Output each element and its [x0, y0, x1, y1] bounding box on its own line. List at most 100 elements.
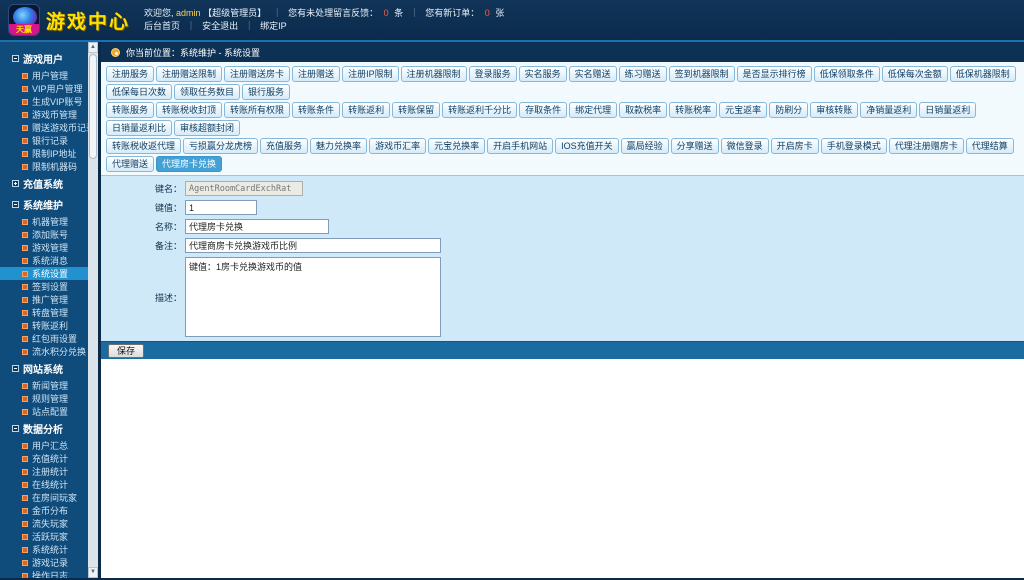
tab-1-9[interactable]: 取款税率	[619, 102, 668, 118]
tab-0-13[interactable]: 低保每次金额	[881, 66, 948, 82]
sidebar-item-0-4[interactable]: 赠送游戏币记录	[0, 121, 88, 134]
sidebar-section-1[interactable]: 充值系统	[0, 173, 88, 194]
tab-2-10[interactable]: 微信登录	[720, 138, 769, 154]
link-bind-ip[interactable]: 绑定IP	[260, 21, 287, 31]
desc-textarea[interactable]: 键值：1房卡兑换游戏币的值	[185, 257, 441, 337]
sidebar-item-4-9[interactable]: 游戏记录	[0, 556, 88, 569]
sidebar-item-4-8[interactable]: 系统统计	[0, 543, 88, 556]
sidebar-item-2-7[interactable]: 转盘管理	[0, 306, 88, 319]
sidebar-scrollbar[interactable]: ▲ ▼	[88, 42, 98, 578]
sidebar-item-4-10[interactable]: 操作日志	[0, 569, 88, 578]
tab-1-4[interactable]: 转账返利	[342, 102, 391, 118]
tab-2-6[interactable]: 开启手机网站	[487, 138, 554, 154]
name-input[interactable]	[185, 219, 329, 234]
sidebar-item-0-2[interactable]: 生成VIP账号	[0, 95, 88, 108]
tab-0-10[interactable]: 签到机器限制	[668, 66, 735, 82]
tab-0-9[interactable]: 练习赠送	[618, 66, 667, 82]
link-safe-logout[interactable]: 安全退出	[202, 21, 238, 31]
sidebar-item-0-5[interactable]: 银行记录	[0, 134, 88, 147]
sidebar-section-3[interactable]: 网站系统	[0, 358, 88, 379]
sidebar-item-0-3[interactable]: 游戏币管理	[0, 108, 88, 121]
tab-0-4[interactable]: 注册IP限制	[342, 66, 399, 82]
tab-1-2[interactable]: 转账所有权限	[224, 102, 291, 118]
sidebar-item-4-6[interactable]: 流失玩家	[0, 517, 88, 530]
tab-1-7[interactable]: 存取条件	[519, 102, 568, 118]
sidebar-item-4-2[interactable]: 注册统计	[0, 465, 88, 478]
sidebar-section-4[interactable]: 数据分析	[0, 418, 88, 439]
tab-1-1[interactable]: 转账税收封顶	[156, 102, 223, 118]
tab-0-5[interactable]: 注册机器限制	[400, 66, 467, 82]
tab-2-9[interactable]: 分享赠送	[670, 138, 719, 154]
sidebar-item-3-1[interactable]: 规则管理	[0, 392, 88, 405]
tab-1-15[interactable]: 日销量返利	[919, 102, 977, 118]
link-backend-home[interactable]: 后台首页	[144, 21, 180, 31]
scroll-down-icon[interactable]: ▼	[88, 567, 98, 578]
tab-1-3[interactable]: 转账条件	[292, 102, 341, 118]
tab-1-6[interactable]: 转账返利千分比	[442, 102, 518, 118]
scrollbar-thumb[interactable]	[89, 54, 97, 159]
sidebar-item-0-0[interactable]: 用户管理	[0, 69, 88, 82]
tab-0-17[interactable]: 银行服务	[242, 84, 291, 100]
tab-2-3[interactable]: 魅力兑换率	[310, 138, 368, 154]
tab-0-3[interactable]: 注册赠送	[292, 66, 341, 82]
sidebar-section-0[interactable]: 游戏用户	[0, 48, 88, 69]
tab-0-14[interactable]: 低保机器限制	[949, 66, 1016, 82]
sidebar-item-2-8[interactable]: 转账返利	[0, 319, 88, 332]
tab-2-7[interactable]: IOS充值开关	[555, 138, 619, 154]
sidebar-item-2-10[interactable]: 流水积分兑换	[0, 345, 88, 358]
sidebar-item-2-1[interactable]: 添加账号	[0, 228, 88, 241]
sidebar-item-0-6[interactable]: 限制IP地址	[0, 147, 88, 160]
tab-1-5[interactable]: 转账保留	[392, 102, 441, 118]
sidebar-item-4-0[interactable]: 用户汇总	[0, 439, 88, 452]
tab-2-8[interactable]: 赢局经验	[620, 138, 669, 154]
tab-2-1[interactable]: 亏损赢分龙虎榜	[183, 138, 259, 154]
tab-1-12[interactable]: 防刷分	[769, 102, 809, 118]
tab-2-5[interactable]: 元宝兑换率	[428, 138, 486, 154]
sidebar-item-2-4[interactable]: 系统设置	[0, 267, 88, 280]
tab-0-1[interactable]: 注册赠送限制	[156, 66, 223, 82]
save-button[interactable]: 保存	[108, 343, 145, 358]
tab-1-10[interactable]: 转账税率	[669, 102, 718, 118]
tab-0-15[interactable]: 低保每日次数	[106, 84, 173, 100]
sidebar-item-4-1[interactable]: 充值统计	[0, 452, 88, 465]
sidebar-item-4-4[interactable]: 在房间玩家	[0, 491, 88, 504]
keyname-input[interactable]	[185, 181, 303, 196]
sidebar-item-4-3[interactable]: 在线统计	[0, 478, 88, 491]
sidebar-item-2-6[interactable]: 推广管理	[0, 293, 88, 306]
tab-0-0[interactable]: 注册服务	[106, 66, 155, 82]
tab-1-8[interactable]: 绑定代理	[569, 102, 618, 118]
sidebar-item-2-9[interactable]: 红包雨设置	[0, 332, 88, 345]
tab-1-11[interactable]: 元宝返率	[719, 102, 768, 118]
tab-0-6[interactable]: 登录服务	[468, 66, 517, 82]
sidebar-item-4-7[interactable]: 活跃玩家	[0, 530, 88, 543]
tab-2-15[interactable]: 代理赠送	[106, 156, 155, 172]
tab-1-0[interactable]: 转账服务	[106, 102, 155, 118]
tab-2-13[interactable]: 代理注册赠房卡	[888, 138, 964, 154]
tab-2-16[interactable]: 代理房卡兑换	[156, 156, 223, 172]
tab-2-0[interactable]: 转账税收返代理	[106, 138, 182, 154]
sidebar-item-2-5[interactable]: 签到设置	[0, 280, 88, 293]
sidebar-item-3-0[interactable]: 新闻管理	[0, 379, 88, 392]
keyvalue-input[interactable]	[185, 200, 257, 215]
tab-2-2[interactable]: 充值服务	[260, 138, 309, 154]
tab-2-11[interactable]: 开启房卡	[770, 138, 819, 154]
tab-1-13[interactable]: 审核转账	[810, 102, 859, 118]
sidebar-item-2-2[interactable]: 游戏管理	[0, 241, 88, 254]
tab-0-12[interactable]: 低保领取条件	[813, 66, 880, 82]
tab-2-4[interactable]: 游戏币汇率	[369, 138, 427, 154]
tab-0-7[interactable]: 实名服务	[518, 66, 567, 82]
sidebar-item-3-2[interactable]: 站点配置	[0, 405, 88, 418]
tab-0-11[interactable]: 是否显示排行榜	[736, 66, 812, 82]
sidebar-item-2-3[interactable]: 系统消息	[0, 254, 88, 267]
tab-1-14[interactable]: 净销量返利	[860, 102, 918, 118]
sidebar-item-0-1[interactable]: VIP用户管理	[0, 82, 88, 95]
sidebar-item-2-0[interactable]: 机器管理	[0, 215, 88, 228]
sidebar-section-2[interactable]: 系统维护	[0, 194, 88, 215]
tab-0-8[interactable]: 实名赠送	[568, 66, 617, 82]
sidebar-item-0-7[interactable]: 限制机器码	[0, 160, 88, 173]
tab-2-12[interactable]: 手机登录模式	[820, 138, 887, 154]
tab-1-16[interactable]: 日销量返利比	[106, 120, 173, 136]
sidebar-item-4-5[interactable]: 金币分布	[0, 504, 88, 517]
tab-0-2[interactable]: 注册赠送房卡	[224, 66, 291, 82]
scroll-up-icon[interactable]: ▲	[88, 42, 98, 53]
